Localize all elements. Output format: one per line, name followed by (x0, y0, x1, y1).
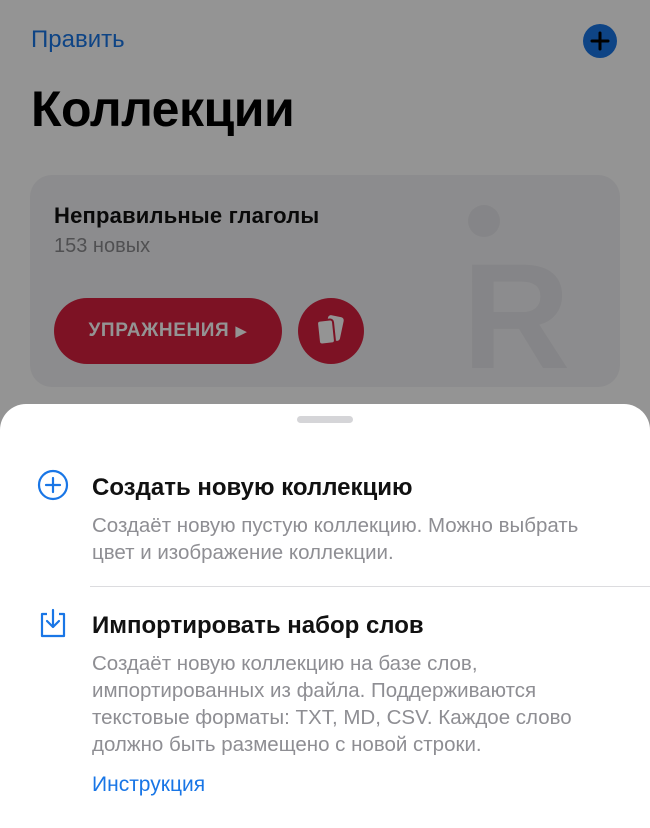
action-sheet: Создать новую коллекцию Создаёт новую пу… (0, 404, 650, 828)
create-collection-description: Создаёт новую пустую коллекцию. Можно вы… (92, 514, 579, 564)
import-words-title: Импортировать набор слов (92, 612, 424, 639)
plus-circle-icon (37, 469, 69, 501)
import-words-description: Создаёт новую коллекцию на базе слов, им… (92, 652, 572, 756)
download-tray-icon (40, 608, 66, 638)
divider (90, 586, 650, 587)
import-words-option[interactable]: Импортировать набор слов Создаёт новую к… (0, 606, 650, 816)
instructions-link[interactable]: Инструкция (92, 773, 205, 797)
create-collection-title: Создать новую коллекцию (92, 474, 413, 501)
sheet-grabber[interactable] (297, 416, 353, 423)
create-collection-option[interactable]: Создать новую коллекцию Создаёт новую пу… (0, 468, 650, 588)
